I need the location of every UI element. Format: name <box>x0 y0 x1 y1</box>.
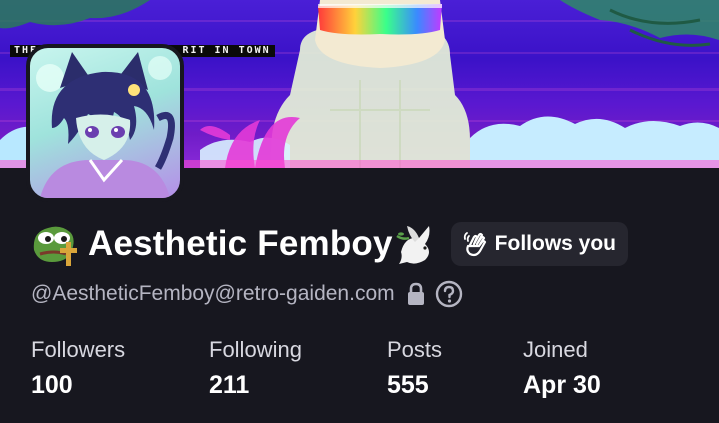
profile-header: THE RIT IN TOWN Aesthetic Femboy Follows… <box>0 0 719 423</box>
stat-label: Posts <box>387 337 443 362</box>
stat-value: 100 <box>31 371 73 399</box>
waving-hand-icon <box>463 232 486 257</box>
stat-value: 555 <box>387 371 429 399</box>
avatar[interactable] <box>26 44 184 202</box>
pepe-cross-emoji-icon <box>33 226 77 266</box>
follows-you-badge: Follows you <box>450 222 629 266</box>
banner-caption-right: RIT IN TOWN <box>182 45 271 56</box>
follows-you-label: Follows you <box>494 232 617 255</box>
handle-row: @AestheticFemboy@retro-gaiden.com <box>31 279 463 309</box>
avatar-artwork <box>36 52 175 198</box>
lock-icon[interactable] <box>405 282 427 306</box>
stat-following[interactable]: Following 211 <box>209 336 302 401</box>
account-handle[interactable]: @AestheticFemboy@retro-gaiden.com <box>31 282 395 306</box>
display-name-row: Aesthetic Femboy Follows you <box>30 219 629 269</box>
stat-label: Following <box>209 337 302 362</box>
stat-label: Followers <box>31 337 126 362</box>
stat-posts[interactable]: Posts 555 <box>387 336 442 401</box>
dove-emoji-icon <box>395 226 430 264</box>
help-circle-icon[interactable] <box>435 280 463 308</box>
stat-value: Apr 30 <box>523 371 601 399</box>
stat-joined: Joined Apr 30 <box>523 336 601 401</box>
stat-value: 211 <box>209 371 250 399</box>
stat-label: Joined <box>523 337 588 362</box>
stat-followers[interactable]: Followers 100 <box>31 336 125 401</box>
display-name: Aesthetic Femboy <box>88 224 393 263</box>
